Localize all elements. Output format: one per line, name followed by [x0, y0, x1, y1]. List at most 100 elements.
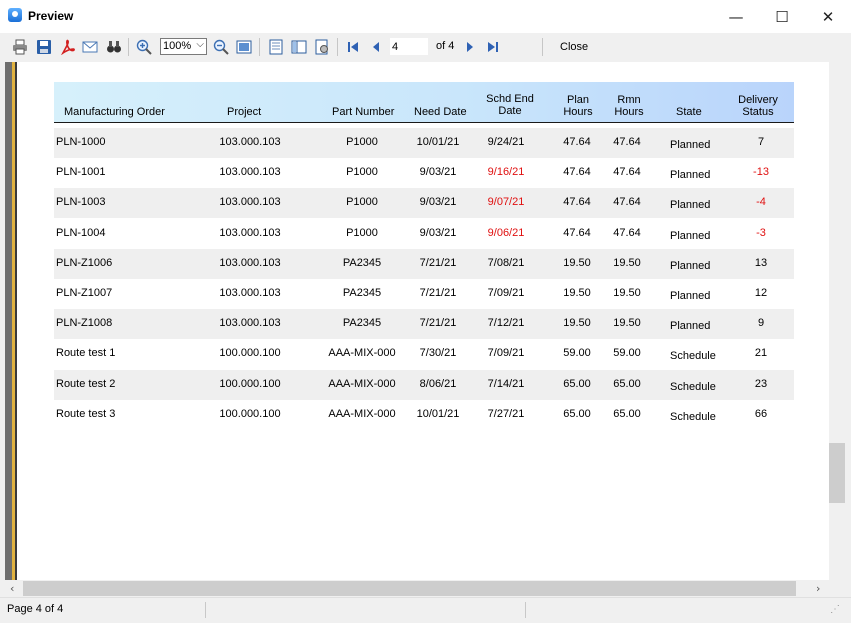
cell-part-number: AAA-MIX-000 [328, 408, 396, 420]
cell-need-date: 9/03/21 [419, 166, 457, 178]
minimize-button[interactable]: — [713, 0, 759, 33]
prev-page-icon[interactable] [368, 39, 384, 55]
pdf-icon[interactable] [60, 39, 76, 55]
table-row: PLN-1001 103.000.103 P1000 9/03/21 9/16/21 47… [54, 158, 794, 188]
cell-state: Planned [670, 230, 711, 242]
zoom-value: 100% [163, 40, 192, 52]
cell-state: Planned [670, 199, 711, 211]
close-window-button[interactable]: ✕ [805, 0, 851, 33]
header-rmn-hours-line1: Rmn [617, 94, 641, 106]
cell-delivery-status: 21 [754, 347, 768, 359]
scroll-right-icon[interactable]: › [816, 582, 820, 595]
cell-part-number: P1000 [346, 166, 378, 178]
header-schd-end-date: Schd End Date [480, 93, 540, 117]
cell-plan-hours: 19.50 [563, 287, 591, 299]
last-page-icon[interactable] [485, 39, 501, 55]
cell-manufacturing-order: PLN-Z1006 [56, 257, 113, 269]
cell-rmn-hours: 19.50 [613, 317, 641, 329]
cell-need-date: 8/06/21 [419, 378, 457, 390]
next-page-icon[interactable] [462, 39, 478, 55]
cell-manufacturing-order: PLN-Z1008 [56, 317, 113, 329]
cell-manufacturing-order: Route test 2 [56, 378, 116, 390]
vertical-scrollbar[interactable] [829, 62, 845, 580]
cell-schd-end-date: 7/09/21 [487, 287, 525, 299]
header-plan-hours: Plan Hours [554, 94, 602, 118]
chevron-down-icon: ⌵ [196, 39, 204, 50]
cell-schd-end-date: 7/09/21 [487, 347, 525, 359]
horizontal-scrollbar[interactable]: ‹ › [5, 580, 829, 597]
header-state: State [676, 106, 702, 118]
cell-part-number: PA2345 [342, 287, 382, 299]
cell-rmn-hours: 47.64 [613, 166, 641, 178]
zoom-select[interactable]: 100% ⌵ [160, 38, 207, 55]
cell-project: 103.000.103 [219, 317, 281, 329]
cell-project: 100.000.100 [219, 378, 281, 390]
cell-need-date: 7/21/21 [419, 317, 457, 329]
status-page-text: Page 4 of 4 [7, 603, 64, 615]
table-row: PLN-1000 103.000.103 P1000 10/01/21 9/24/21 4… [54, 128, 794, 158]
print-icon[interactable] [12, 39, 28, 55]
horizontal-scroll-thumb[interactable] [23, 581, 796, 596]
two-page-icon[interactable] [291, 39, 307, 55]
cell-project: 100.000.100 [219, 408, 281, 420]
header-need-date: Need Date [414, 106, 467, 118]
cell-state: Schedule [670, 381, 716, 393]
cell-schd-end-date: 9/06/21 [487, 227, 525, 239]
cell-plan-hours: 47.64 [563, 196, 591, 208]
cell-project: 103.000.103 [219, 136, 281, 148]
table-row: PLN-Z1008 103.000.103 PA2345 7/21/21 7/12/21… [54, 309, 794, 339]
cell-plan-hours: 65.00 [563, 408, 591, 420]
scroll-left-icon[interactable]: ‹ [10, 582, 14, 595]
cell-schd-end-date: 9/16/21 [487, 166, 525, 178]
page-edge [15, 62, 17, 580]
table-row: Route test 2 100.000.100 AAA-MIX-000 8/06/2… [54, 370, 794, 400]
page-number-input[interactable] [390, 38, 428, 55]
cell-need-date: 9/03/21 [419, 196, 457, 208]
header-rmn-hours: Rmn Hours [605, 94, 653, 118]
cell-delivery-status: -4 [756, 196, 766, 208]
cell-state: Planned [670, 260, 711, 272]
cell-need-date: 7/21/21 [419, 257, 457, 269]
one-page-icon[interactable] [268, 39, 284, 55]
page-setup-icon[interactable] [314, 39, 330, 55]
cell-need-date: 10/01/21 [416, 408, 460, 420]
cell-part-number: PA2345 [342, 317, 382, 329]
cell-schd-end-date: 9/07/21 [487, 196, 525, 208]
fit-page-icon[interactable] [236, 39, 252, 55]
save-icon[interactable] [36, 39, 52, 55]
cell-rmn-hours: 65.00 [613, 408, 641, 420]
zoom-in-icon[interactable] [136, 39, 152, 55]
email-icon[interactable] [82, 39, 98, 55]
table-row: Route test 3 100.000.100 AAA-MIX-000 10/01/… [54, 400, 794, 430]
cell-part-number: P1000 [346, 227, 378, 239]
cell-need-date: 10/01/21 [416, 136, 460, 148]
cell-state: Planned [670, 169, 711, 181]
header-plan-hours-line1: Plan [566, 94, 590, 106]
vertical-scroll-thumb[interactable] [829, 443, 845, 503]
header-rmn-hours-line2: Hours [614, 106, 644, 118]
status-bar: Page 4 of 4 ⋰ [0, 597, 851, 623]
cell-delivery-status: 12 [754, 287, 768, 299]
cell-plan-hours: 19.50 [563, 317, 591, 329]
table-row: PLN-Z1006 103.000.103 PA2345 7/21/21 7/08/21… [54, 249, 794, 279]
close-button[interactable]: Close [560, 41, 588, 53]
cell-delivery-status: 7 [757, 136, 765, 148]
zoom-out-icon[interactable] [213, 39, 229, 55]
header-plan-hours-line2: Hours [563, 106, 593, 118]
resize-grip-icon[interactable]: ⋰ [830, 604, 840, 615]
cell-part-number: P1000 [346, 136, 378, 148]
find-icon[interactable] [106, 39, 122, 55]
header-schd-end-date-line1: Schd End [486, 93, 534, 105]
toolbar: 100% ⌵ of 4 Close [0, 33, 851, 61]
status-divider [205, 602, 206, 618]
cell-need-date: 9/03/21 [419, 227, 457, 239]
window-title: Preview [28, 9, 74, 23]
cell-state: Schedule [670, 411, 716, 423]
cell-manufacturing-order: PLN-1003 [56, 196, 106, 208]
cell-part-number: AAA-MIX-000 [328, 378, 396, 390]
header-schd-end-date-line2: Date [498, 105, 522, 117]
maximize-button[interactable]: ☐ [759, 0, 805, 33]
cell-plan-hours: 47.64 [563, 227, 591, 239]
cell-rmn-hours: 47.64 [613, 136, 641, 148]
first-page-icon[interactable] [345, 39, 361, 55]
